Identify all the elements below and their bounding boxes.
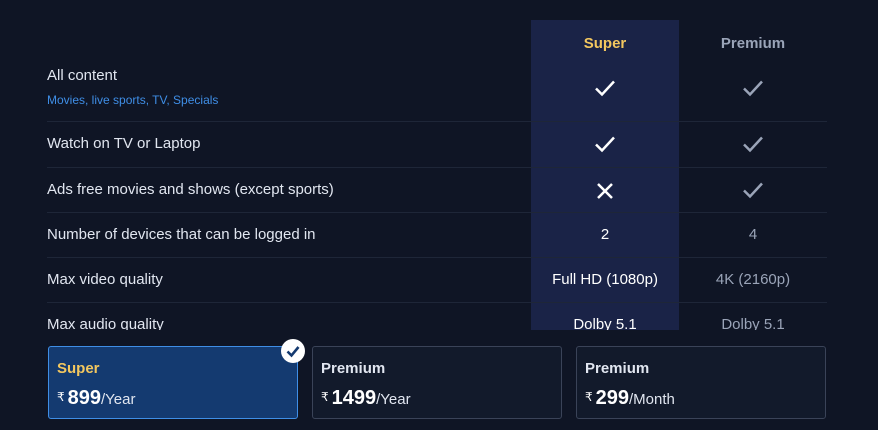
price-amount: 899	[67, 387, 102, 409]
feature-label: All content	[47, 67, 118, 84]
check-icon	[743, 136, 763, 153]
column-header-super: Super	[583, 35, 627, 52]
plan-price: ₹299/Month	[585, 387, 675, 410]
super-value-cell: Full HD (1080p)	[552, 271, 658, 288]
column-header-premium: Premium	[720, 35, 786, 52]
check-icon	[743, 182, 763, 199]
plan-name: Premium	[321, 360, 386, 377]
premium-value-cell: 4K (2160p)	[715, 271, 791, 288]
feature-row-audio-quality: Max audio quality Dolby 5.1 Dolby 5.1	[47, 303, 827, 330]
super-value-cell	[531, 181, 679, 201]
check-icon	[743, 80, 763, 97]
selected-check-icon	[281, 339, 305, 363]
currency-symbol: ₹	[57, 390, 65, 404]
feature-label: Max video quality	[47, 271, 163, 288]
premium-value-cell: 4	[748, 226, 758, 243]
plan-name: Super	[57, 360, 100, 377]
price-period: /Year	[101, 391, 136, 408]
plan-price: ₹899/Year	[57, 387, 136, 410]
super-value-cell	[531, 79, 679, 97]
premium-value-cell	[679, 135, 827, 153]
feature-row-all-content: All content Movies, live sports, TV, Spe…	[47, 60, 827, 122]
price-amount: 299	[595, 387, 630, 409]
super-value-cell	[531, 135, 679, 153]
feature-label: Max audio quality	[47, 316, 164, 330]
feature-row-ads-free: Ads free movies and shows (except sports…	[47, 168, 827, 213]
price-period: /Month	[629, 391, 675, 408]
check-icon	[595, 136, 615, 153]
feature-sublabel: Movies, live sports, TV, Specials	[47, 93, 219, 107]
check-icon	[595, 80, 615, 97]
feature-row-video-quality: Max video quality Full HD (1080p) 4K (21…	[47, 258, 827, 303]
super-value-cell: Dolby 5.1	[573, 316, 637, 330]
premium-value-cell	[679, 181, 827, 199]
feature-label: Watch on TV or Laptop	[47, 135, 201, 152]
feature-label: Ads free movies and shows (except sports…	[47, 181, 334, 198]
feature-row-device-count: Number of devices that can be logged in …	[47, 213, 827, 258]
currency-symbol: ₹	[585, 390, 593, 404]
plan-card-premium-yearly[interactable]: Premium ₹1499/Year	[312, 346, 562, 419]
currency-symbol: ₹	[321, 390, 329, 404]
plan-price: ₹1499/Year	[321, 387, 411, 410]
cross-icon	[597, 183, 613, 199]
plan-name: Premium	[585, 360, 650, 377]
premium-value-cell: Dolby 5.1	[721, 316, 785, 330]
feature-label: Number of devices that can be logged in	[47, 226, 316, 243]
price-period: /Year	[376, 391, 411, 408]
price-amount: 1499	[331, 387, 377, 409]
feature-row-watch-devices: Watch on TV or Laptop	[47, 122, 827, 168]
plan-card-premium-monthly[interactable]: Premium ₹299/Month	[576, 346, 826, 419]
super-value-cell: 2	[600, 226, 610, 243]
premium-value-cell	[679, 79, 827, 97]
plan-card-super-yearly[interactable]: Super ₹899/Year	[48, 346, 298, 419]
